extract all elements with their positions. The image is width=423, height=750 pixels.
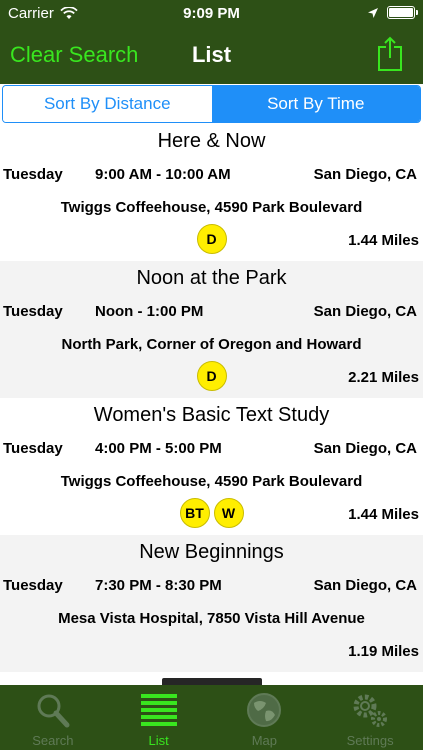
format-badge: W xyxy=(213,498,244,528)
share-icon[interactable] xyxy=(377,36,403,72)
list-icon xyxy=(140,694,177,726)
meeting-day: Tuesday xyxy=(3,440,63,457)
meeting-name: Noon at the Park xyxy=(136,267,287,289)
magnifier-icon xyxy=(37,694,70,728)
meeting-city: San Diego, CA xyxy=(313,440,417,457)
meeting-row[interactable]: Noon at the Park Tuesday Noon - 1:00 PM … xyxy=(0,261,423,398)
meeting-list[interactable]: Here & Now Tuesday 9:00 AM - 10:00 AM Sa… xyxy=(0,124,423,685)
meeting-day: Tuesday xyxy=(3,166,63,183)
tab-map[interactable]: Map xyxy=(212,685,318,750)
meeting-address: Twiggs Coffeehouse, 4590 Park Boulevard xyxy=(60,199,363,216)
meeting-name-cutoff xyxy=(0,678,423,685)
globe-icon xyxy=(247,693,282,727)
meeting-distance: 2.21 Miles xyxy=(348,369,419,386)
sort-by-time-tab[interactable]: Sort By Time xyxy=(211,86,420,122)
meeting-name: Here & Now xyxy=(157,130,266,152)
meeting-city: San Diego, CA xyxy=(313,303,417,320)
meeting-row[interactable]: Women's Basic Text Study Tuesday 4:00 PM… xyxy=(0,398,423,535)
tab-bar: Search List Map Settings xyxy=(0,685,423,750)
meeting-city: San Diego, CA xyxy=(313,577,417,594)
meeting-distance: 1.19 Miles xyxy=(348,643,419,660)
meeting-address: Mesa Vista Hospital, 7850 Vista Hill Ave… xyxy=(58,610,365,627)
meeting-name: Women's Basic Text Study xyxy=(93,404,330,426)
meeting-hours: 7:30 PM - 8:30 PM xyxy=(95,577,222,594)
format-badge: D xyxy=(196,361,227,391)
meeting-day: Tuesday xyxy=(3,577,63,594)
battery-icon xyxy=(387,6,418,19)
tab-list[interactable]: List xyxy=(106,685,212,750)
status-time: 9:09 PM xyxy=(183,5,240,22)
tab-label: List xyxy=(148,733,169,748)
nav-bar: Clear Search List xyxy=(0,28,423,84)
meeting-row[interactable]: New Beginnings Tuesday 7:30 PM - 8:30 PM… xyxy=(0,535,423,672)
tab-label: Search xyxy=(32,733,74,748)
meeting-city: San Diego, CA xyxy=(313,166,417,183)
status-bar: Carrier 9:09 PM xyxy=(0,0,423,28)
tab-settings[interactable]: Settings xyxy=(317,685,423,750)
meeting-distance: 1.44 Miles xyxy=(348,506,419,523)
sort-by-distance-tab[interactable]: Sort By Distance xyxy=(3,86,212,122)
tab-label: Map xyxy=(251,733,278,748)
tab-search[interactable]: Search xyxy=(0,685,106,750)
format-badge: BT xyxy=(179,498,210,528)
gears-icon xyxy=(353,694,388,727)
meeting-hours: 4:00 PM - 5:00 PM xyxy=(95,440,222,457)
meeting-hours: 9:00 AM - 10:00 AM xyxy=(95,166,231,183)
meeting-distance: 1.44 Miles xyxy=(348,232,419,249)
top-bar: Carrier 9:09 PM Clear Search List xyxy=(0,0,423,84)
meeting-name: New Beginnings xyxy=(139,541,284,563)
clear-search-button[interactable]: Clear Search xyxy=(10,42,138,68)
meeting-day: Tuesday xyxy=(3,303,63,320)
meeting-hours: Noon - 1:00 PM xyxy=(95,303,204,320)
meeting-address: Twiggs Coffeehouse, 4590 Park Boulevard xyxy=(60,473,363,490)
meeting-address: North Park, Corner of Oregon and Howard xyxy=(61,336,362,353)
sort-segmented-control: Sort By Distance Sort By Time xyxy=(2,85,421,123)
status-right xyxy=(367,6,418,19)
location-arrow-icon xyxy=(368,7,378,18)
tab-label: Settings xyxy=(346,733,394,748)
meeting-row-partial[interactable] xyxy=(0,672,423,685)
format-badge: D xyxy=(196,224,227,254)
meeting-row[interactable]: Here & Now Tuesday 9:00 AM - 10:00 AM Sa… xyxy=(0,124,423,261)
